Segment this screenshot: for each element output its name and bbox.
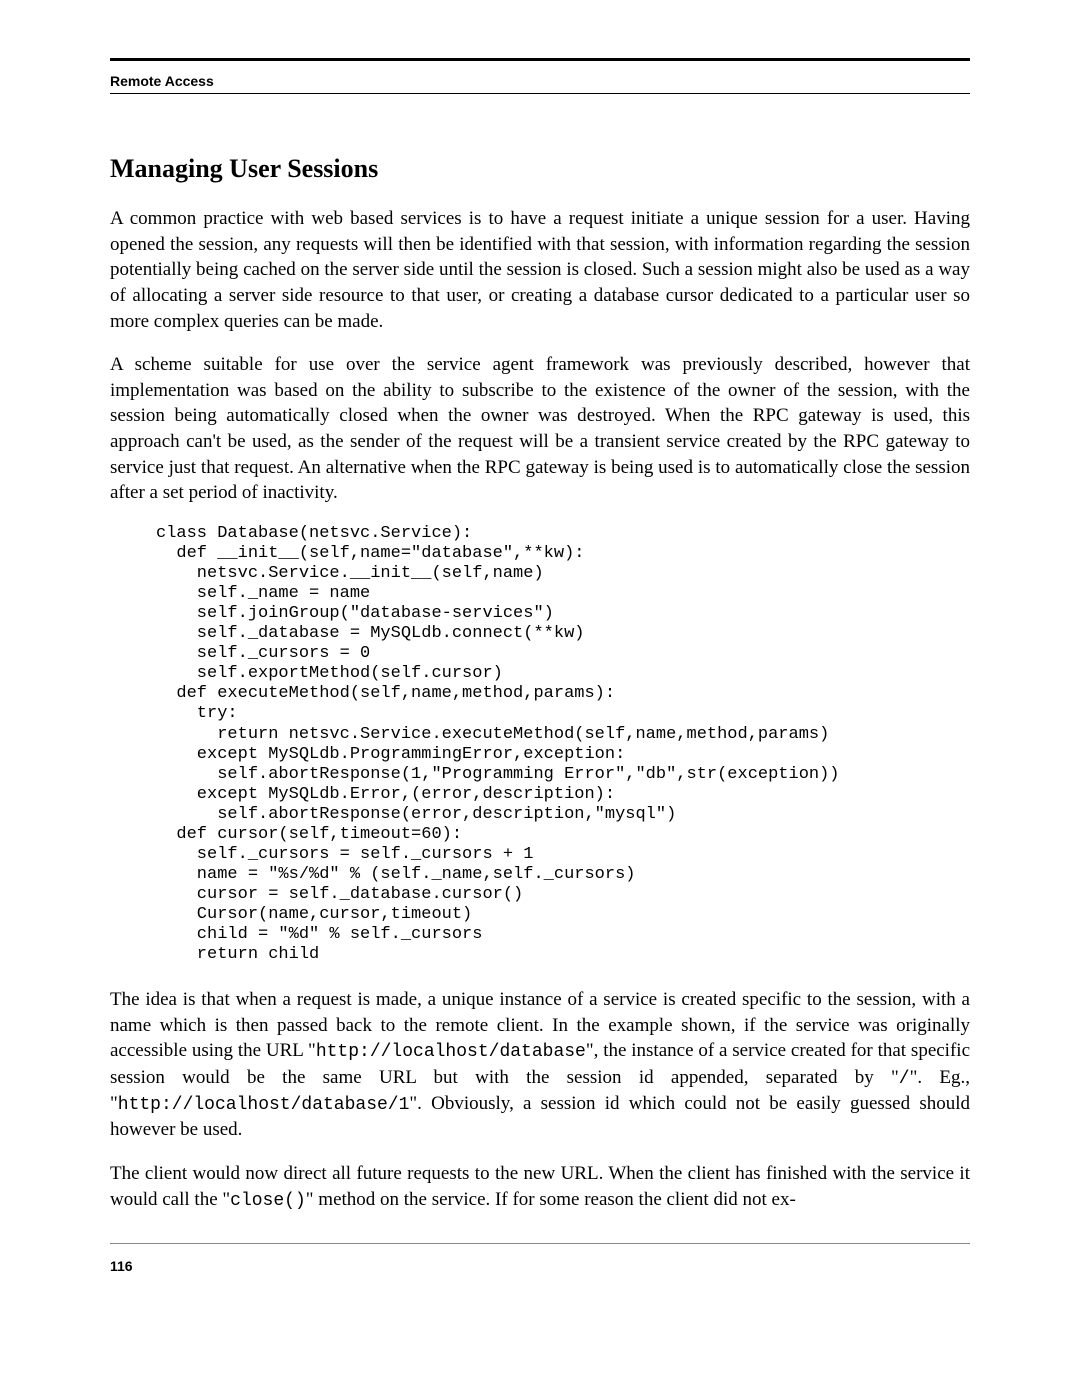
chapter-label: Remote Access [110, 67, 970, 93]
p3-url-1: http://localhost/database [316, 1042, 586, 1062]
paragraph-4: The client would now direct all future r… [110, 1161, 970, 1213]
section-title: Managing User Sessions [110, 154, 970, 184]
page-number: 116 [110, 1258, 970, 1274]
code-block: class Database(netsvc.Service): def __in… [110, 524, 970, 965]
paragraph-2: A scheme suitable for use over the servi… [110, 352, 970, 506]
page: Remote Access Managing User Sessions A c… [0, 0, 1080, 1397]
footer-rule: 116 [110, 1243, 970, 1274]
p3-url-2: http://localhost/database/1 [118, 1095, 410, 1115]
p4-text-b: " method on the service. If for some rea… [306, 1189, 796, 1210]
header-rule-bottom [110, 93, 970, 94]
header-rule-top [110, 58, 970, 61]
p3-slash: / [899, 1069, 910, 1089]
paragraph-1: A common practice with web based service… [110, 206, 970, 334]
p4-code-close: close() [230, 1191, 306, 1211]
paragraph-3: The idea is that when a request is made,… [110, 987, 970, 1143]
